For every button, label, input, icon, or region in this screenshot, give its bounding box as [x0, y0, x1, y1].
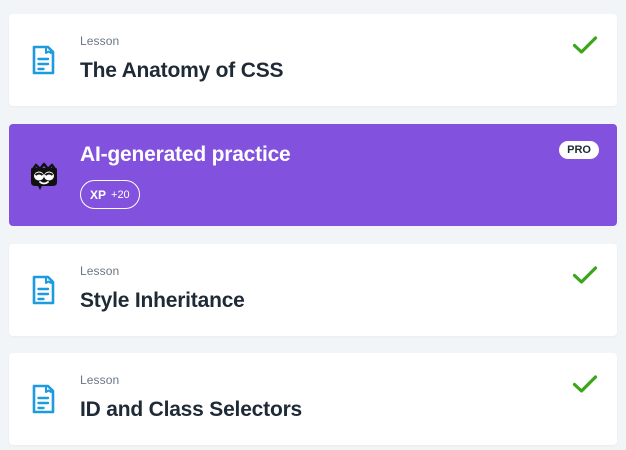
lesson-list: Lesson The Anatomy of CSS AI-generated p…	[0, 0, 626, 450]
xp-reward-badge: XP +20	[80, 180, 140, 209]
lesson-card-id-class-selectors[interactable]: Lesson ID and Class Selectors	[9, 353, 617, 445]
checkmark-icon	[572, 266, 598, 284]
xp-value: +20	[111, 188, 130, 201]
pro-badge: PRO	[559, 141, 599, 159]
checkmark-icon	[572, 375, 598, 393]
lesson-type-label: Lesson	[80, 264, 120, 278]
lesson-card-anatomy-of-css[interactable]: Lesson The Anatomy of CSS	[9, 14, 617, 106]
document-icon	[32, 384, 55, 414]
practice-title: AI-generated practice	[80, 143, 291, 166]
checkmark-icon	[572, 36, 598, 54]
xp-label: XP	[90, 187, 107, 202]
lesson-title: ID and Class Selectors	[80, 398, 303, 421]
ai-practice-card[interactable]: AI-generated practice XP +20 PRO	[9, 124, 617, 226]
lesson-title: The Anatomy of CSS	[80, 59, 284, 82]
lesson-type-label: Lesson	[80, 373, 120, 387]
document-icon	[32, 45, 55, 75]
lesson-card-style-inheritance[interactable]: Lesson Style Inheritance	[9, 244, 617, 336]
lesson-type-label: Lesson	[80, 34, 120, 48]
mascot-icon	[30, 162, 58, 190]
lesson-title: Style Inheritance	[80, 289, 245, 312]
document-icon	[32, 275, 55, 305]
